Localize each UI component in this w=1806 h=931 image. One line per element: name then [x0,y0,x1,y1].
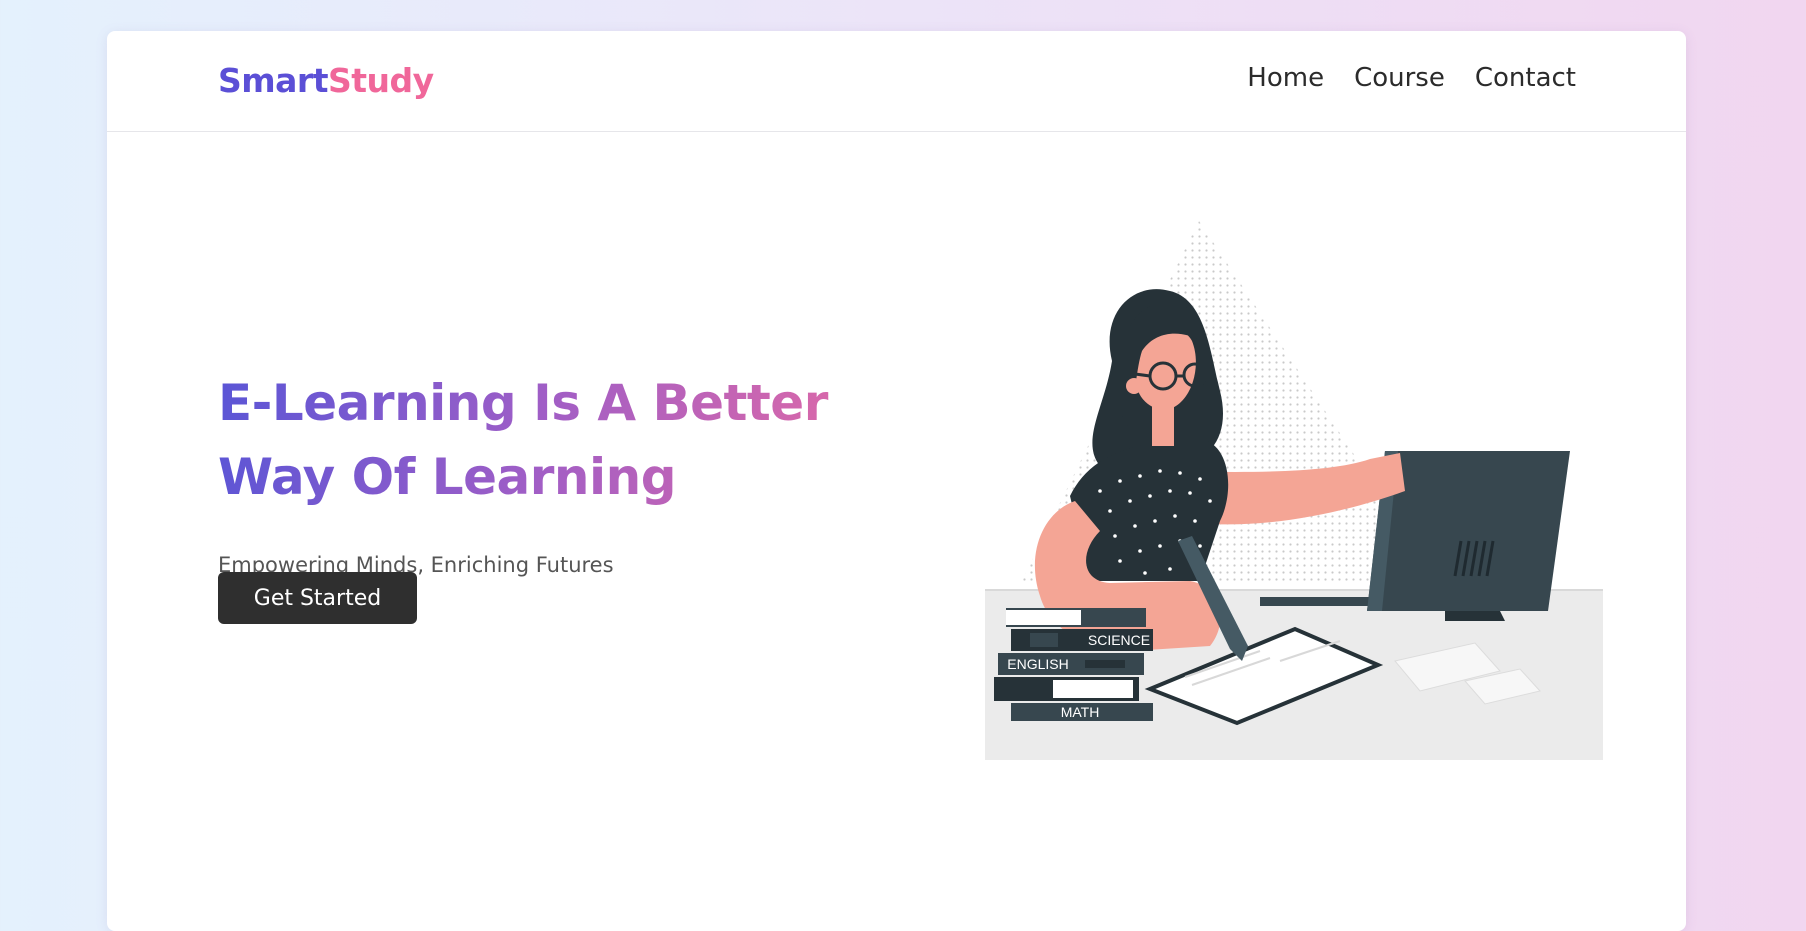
brand-logo-part2: Study [327,61,434,100]
page-card: SmartStudy Home Course Contact E-Learnin… [107,31,1686,931]
nav-contact[interactable]: Contact [1475,63,1576,93]
nav-home[interactable]: Home [1247,63,1324,93]
brand-logo-part1: Smart [218,61,328,100]
nav-course[interactable]: Course [1354,63,1445,93]
navbar: SmartStudy Home Course Contact [107,31,1686,132]
brand-logo[interactable]: SmartStudy [218,61,434,100]
book-stack: SCIENCE ENGLISH MATH [994,608,1153,721]
book-label-english: ENGLISH [1007,656,1068,672]
student-at-desk-illustration: SCIENCE ENGLISH MATH [985,221,1603,760]
hero-title: E-Learning Is A Better Way Of Learning [218,366,858,514]
book-label-math: MATH [1061,704,1100,720]
keyboard [1260,597,1380,606]
get-started-button[interactable]: Get Started [218,572,417,624]
book-label-science: SCIENCE [1088,632,1150,648]
main-nav: Home Course Contact [1247,63,1576,93]
